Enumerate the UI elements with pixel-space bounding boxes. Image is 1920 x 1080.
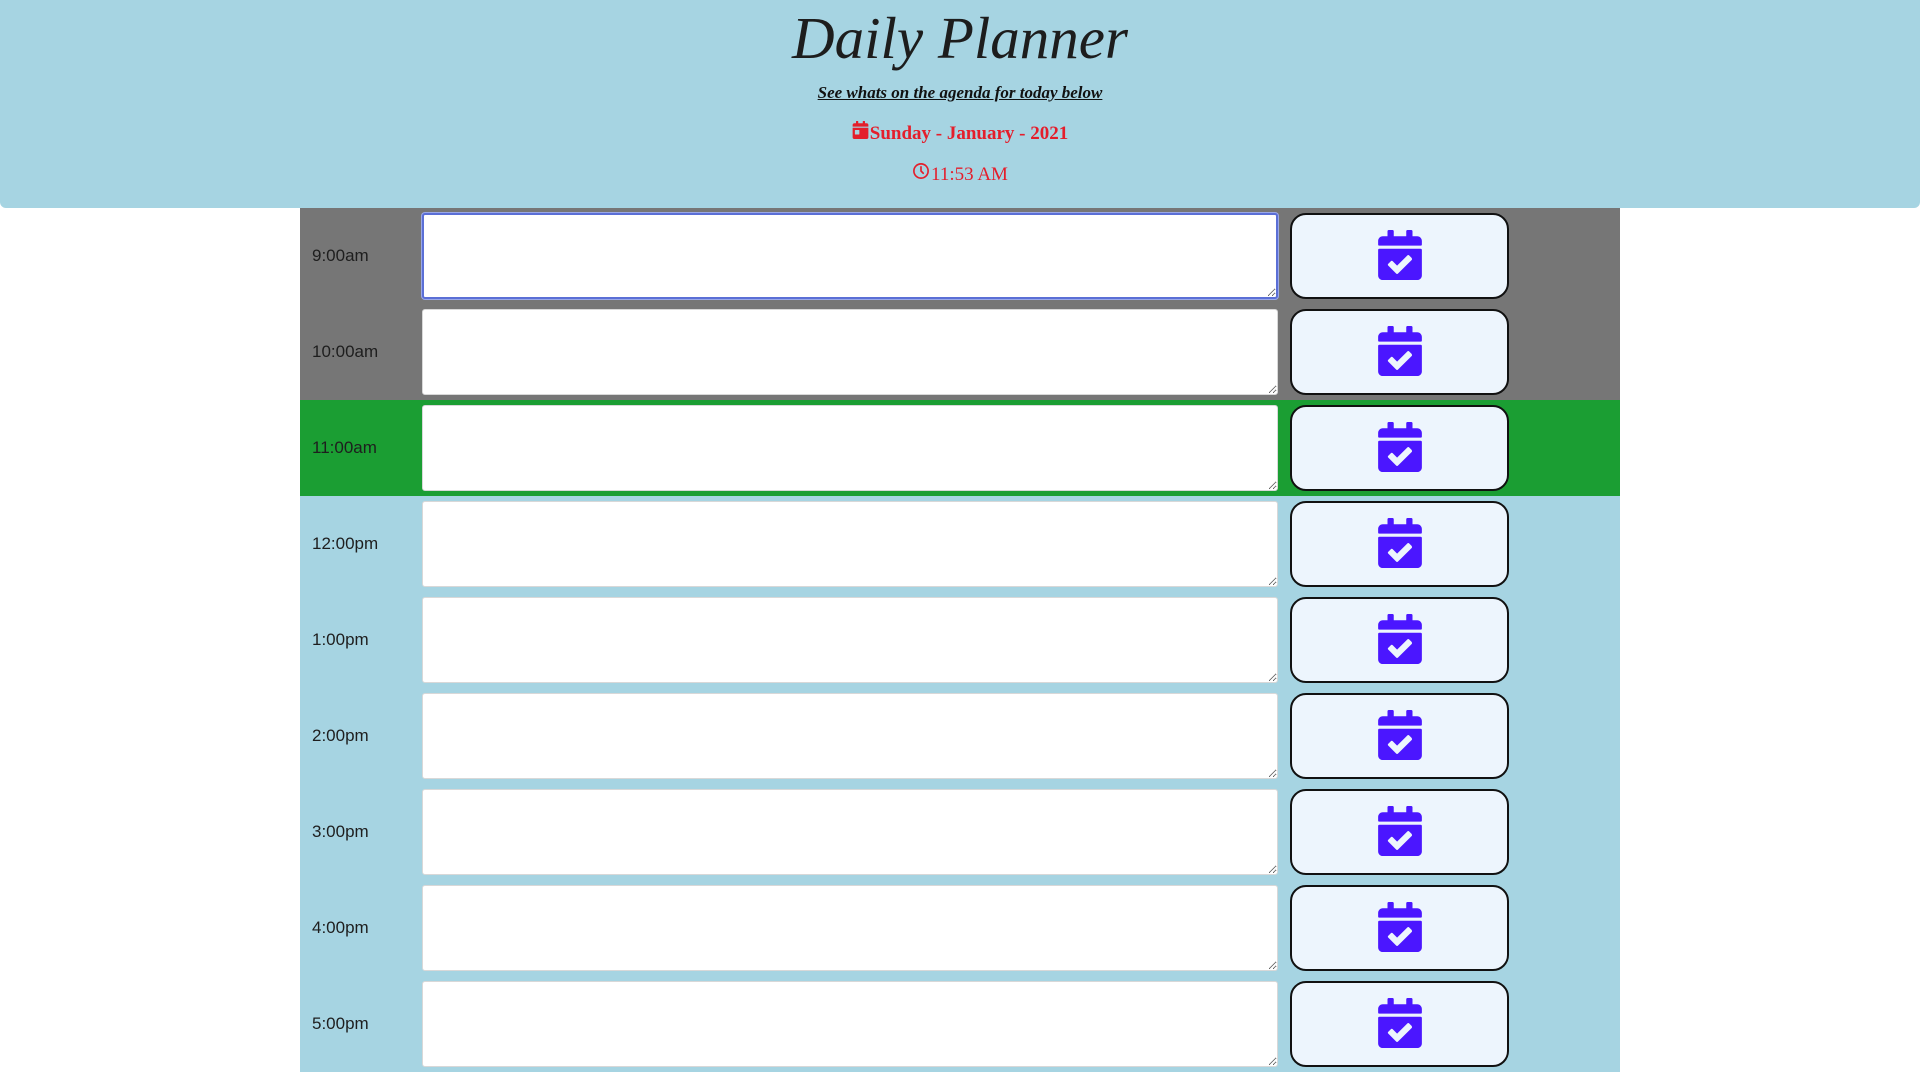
time-block-row: 2:00pm [300, 688, 1620, 784]
time-block-row: 5:00pm [300, 976, 1620, 1072]
hour-label: 1:00pm [312, 630, 369, 649]
calendar-check-icon [1377, 901, 1422, 955]
time-block-row: 10:00am [300, 304, 1620, 400]
current-time-text: 11:53 AM [931, 163, 1008, 185]
time-block-row: 4:00pm [300, 880, 1620, 976]
time-block-row: 11:00am [300, 400, 1620, 496]
calendar-check-icon [1377, 997, 1422, 1051]
planner-time-blocks: 9:00am 10:00am 11:00am 12:00pm 1:00pm 2:… [300, 208, 1620, 1072]
hour-label: 5:00pm [312, 1014, 369, 1033]
task-input[interactable] [422, 213, 1278, 299]
save-button[interactable] [1290, 405, 1509, 491]
calendar-check-icon [1377, 229, 1422, 283]
save-button[interactable] [1290, 309, 1509, 395]
current-date: Sunday - January - 2021 [0, 121, 1920, 146]
task-input[interactable] [422, 405, 1278, 491]
task-input[interactable] [422, 981, 1278, 1067]
hour-label: 2:00pm [312, 726, 369, 745]
task-input[interactable] [422, 501, 1278, 587]
calendar-check-icon [1377, 325, 1422, 379]
save-button[interactable] [1290, 885, 1509, 971]
current-time: 11:53 AM [0, 162, 1920, 187]
clock-icon [912, 162, 931, 187]
page-title: Daily Planner [792, 5, 1128, 71]
save-button[interactable] [1290, 597, 1509, 683]
save-button[interactable] [1290, 501, 1509, 587]
task-input[interactable] [422, 789, 1278, 875]
save-button[interactable] [1290, 789, 1509, 875]
time-block-row: 1:00pm [300, 592, 1620, 688]
calendar-check-icon [1377, 805, 1422, 859]
current-date-text: Sunday - January - 2021 [869, 122, 1069, 144]
task-input[interactable] [422, 309, 1278, 395]
hour-label: 11:00am [312, 438, 377, 457]
time-block-row: 12:00pm [300, 496, 1620, 592]
calendar-icon [852, 121, 870, 146]
calendar-check-icon [1377, 613, 1422, 667]
hour-label: 12:00pm [312, 534, 379, 553]
hour-label: 10:00am [312, 342, 379, 361]
save-button[interactable] [1290, 693, 1509, 779]
save-button[interactable] [1290, 213, 1509, 299]
task-input[interactable] [422, 693, 1278, 779]
time-block-row: 3:00pm [300, 784, 1620, 880]
page-subtitle: See whats on the agenda for today below [817, 83, 1103, 102]
page-header: Daily Planner See whats on the agenda fo… [0, 0, 1920, 208]
hour-label: 3:00pm [312, 822, 369, 841]
hour-label: 4:00pm [312, 918, 369, 937]
calendar-check-icon [1377, 709, 1422, 763]
save-button[interactable] [1290, 981, 1509, 1067]
calendar-check-icon [1377, 517, 1422, 571]
task-input[interactable] [422, 597, 1278, 683]
calendar-check-icon [1377, 421, 1422, 475]
hour-label: 9:00am [312, 246, 369, 265]
time-block-row: 9:00am [300, 208, 1620, 304]
task-input[interactable] [422, 885, 1278, 971]
